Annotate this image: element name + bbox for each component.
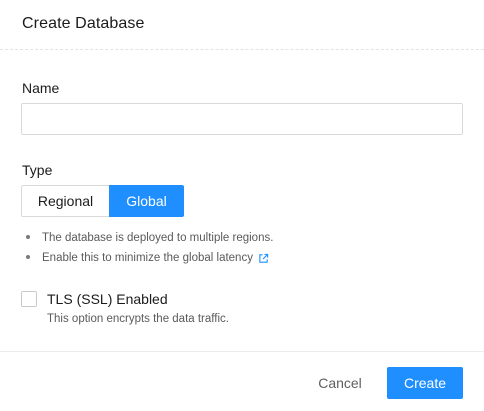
cancel-button[interactable]: Cancel (305, 367, 375, 399)
tls-label[interactable]: TLS (SSL) Enabled (47, 291, 168, 307)
tls-description: This option encrypts the data traffic. (47, 313, 229, 325)
dialog-header: Create Database (0, 0, 484, 50)
list-item: Enable this to minimize the global laten… (22, 248, 273, 268)
dialog-title: Create Database (22, 15, 145, 32)
external-link-icon[interactable] (258, 253, 269, 264)
tls-checkbox[interactable] (21, 291, 37, 307)
type-segmented-control: Regional Global (21, 185, 184, 217)
create-button[interactable]: Create (387, 367, 463, 399)
name-label: Name (22, 80, 60, 96)
list-item: The database is deployed to multiple reg… (22, 228, 273, 248)
bullet-dot (26, 235, 30, 239)
type-description-list: The database is deployed to multiple reg… (22, 228, 273, 268)
bullet-dot (26, 255, 30, 259)
create-database-dialog: Create Database Name Type Regional Globa… (0, 0, 484, 411)
bullet-text: Enable this to minimize the global laten… (42, 252, 253, 264)
type-option-regional[interactable]: Regional (21, 185, 109, 217)
tls-row: TLS (SSL) Enabled (21, 291, 168, 307)
type-label: Type (22, 162, 53, 178)
type-option-global[interactable]: Global (109, 185, 184, 217)
bullet-text: The database is deployed to multiple reg… (42, 232, 274, 244)
footer-divider (0, 351, 484, 352)
name-input[interactable] (21, 103, 463, 135)
